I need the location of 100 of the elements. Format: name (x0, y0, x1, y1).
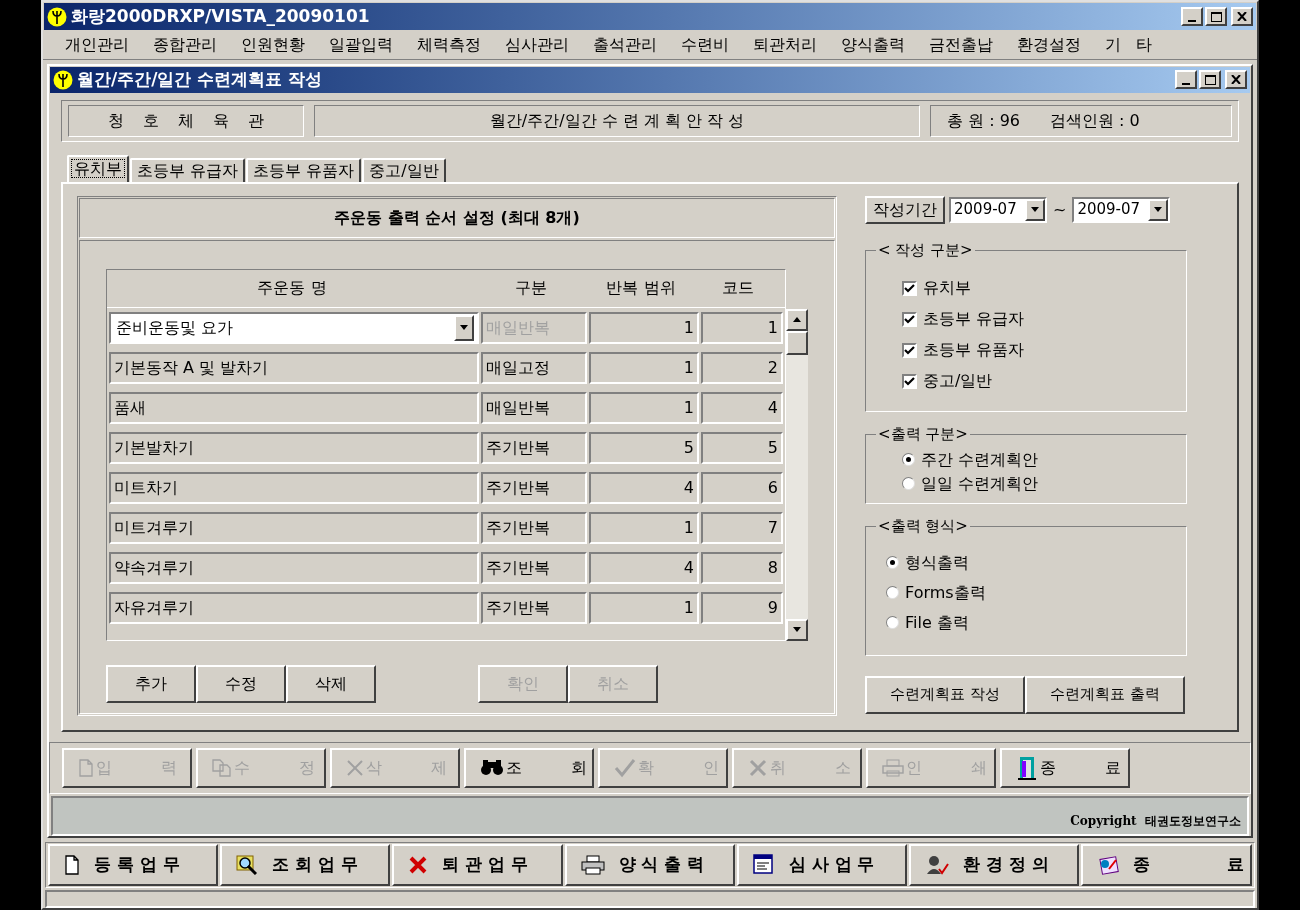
menu-item[interactable]: 출석관리 (581, 36, 669, 53)
close-button[interactable] (1231, 7, 1253, 26)
taskbar-button[interactable]: 환 경 정 의 (908, 844, 1080, 886)
radio-button[interactable] (886, 616, 899, 630)
checkbox[interactable] (902, 342, 917, 358)
repeat-range-field[interactable]: 1 (589, 391, 699, 424)
tab[interactable]: 유치부 (67, 154, 129, 182)
tab[interactable]: 중고/일반 (362, 157, 446, 182)
exercise-name-field[interactable]: 미트겨루기 (109, 511, 479, 544)
checkbox-label[interactable]: 유치부 (923, 280, 971, 297)
repeat-range-field[interactable]: 1 (589, 311, 699, 344)
action-button[interactable]: 수련계획표 출력 (1025, 675, 1185, 714)
menu-item[interactable]: 기 타 (1093, 36, 1165, 53)
taskbar-button[interactable]: 종 료 (1081, 844, 1253, 886)
menu-item[interactable]: 심사관리 (493, 36, 581, 53)
radio-label[interactable]: File 출력 (905, 614, 969, 631)
code-field[interactable]: 4 (701, 391, 783, 424)
radio-label[interactable]: 일일 수련계획안 (921, 475, 1039, 492)
category-field[interactable]: 주기반복 (481, 551, 587, 584)
category-field[interactable]: 매일반복 (481, 391, 587, 424)
tab[interactable]: 초등부 유급자 (130, 157, 246, 182)
grid-button[interactable]: 삭제 (286, 664, 376, 703)
period-start-dropdown[interactable]: 2009-07 (949, 196, 1047, 223)
radio-button[interactable] (902, 453, 915, 467)
exercise-name-field[interactable]: 미트차기 (109, 471, 479, 504)
action-button[interactable]: 수련계획표 작성 (865, 675, 1025, 714)
category-field[interactable]: 주기반복 (481, 511, 587, 544)
menu-item[interactable]: 인원현황 (229, 36, 317, 53)
repeat-range-field[interactable]: 4 (589, 551, 699, 584)
category-field[interactable]: 주기반복 (481, 471, 587, 504)
code-field[interactable]: 7 (701, 511, 783, 544)
category-field[interactable]: 매일고정 (481, 351, 587, 384)
taskbar-button[interactable]: 조 회 업 무 (220, 844, 391, 886)
period-end-dropdown[interactable]: 2009-07 (1072, 196, 1171, 223)
grid-button[interactable]: 수정 (196, 664, 286, 703)
code-field[interactable]: 6 (701, 471, 783, 504)
taskbar-button[interactable]: 양 식 출 력 (564, 844, 735, 886)
menu-item[interactable]: 일괄입력 (317, 36, 405, 53)
repeat-range-field[interactable]: 4 (589, 471, 699, 504)
toolbar-button[interactable]: 조 회 (464, 748, 594, 789)
minimize-button[interactable] (1175, 70, 1197, 90)
radio-label[interactable]: 형식출력 (905, 554, 969, 571)
column-header: 반복 범위 (605, 277, 677, 300)
exercise-name-field[interactable]: 자유겨루기 (109, 591, 479, 624)
door-icon (1016, 755, 1038, 782)
menu-item[interactable]: 체력측정 (405, 36, 493, 53)
scroll-down-button[interactable] (786, 618, 808, 641)
tab[interactable]: 초등부 유품자 (246, 157, 362, 182)
exercise-name-field[interactable]: 약속겨루기 (109, 551, 479, 584)
category-field[interactable]: 주기반복 (481, 431, 587, 464)
taskbar-button[interactable]: 등 록 업 무 (48, 844, 219, 886)
exercise-name-field[interactable]: 기본동작 A 및 발차기 (109, 351, 479, 384)
code-field[interactable]: 5 (701, 431, 783, 464)
menu-item[interactable]: 수련비 (669, 36, 741, 53)
repeat-range-field[interactable]: 1 (589, 591, 699, 624)
repeat-range-field[interactable]: 1 (589, 351, 699, 384)
taskbar-button[interactable]: 심 사 업 무 (736, 844, 907, 886)
exercise-name-field[interactable]: 품새 (109, 391, 479, 424)
menu-item[interactable]: 양식출력 (829, 36, 917, 53)
menu-item[interactable]: 종합관리 (141, 36, 229, 53)
group-title: < 작성 구분> (876, 240, 975, 259)
exercise-dropdown[interactable]: 준비운동및 요가 (109, 311, 479, 344)
radio-button[interactable] (902, 477, 915, 491)
checkbox[interactable] (902, 280, 917, 296)
repeat-range-field[interactable]: 1 (589, 511, 699, 544)
code-field[interactable]: 1 (701, 311, 783, 344)
checkbox-label[interactable]: 초등부 유급자 (923, 311, 1025, 328)
maximize-button[interactable] (1205, 7, 1227, 26)
scroll-thumb[interactable] (786, 330, 808, 355)
radio-button[interactable] (886, 586, 899, 600)
dropdown-value: 2009-07 (953, 199, 1018, 221)
close-button[interactable] (1225, 70, 1247, 90)
taskbar-button[interactable]: 퇴 관 업 무 (392, 844, 563, 886)
menu-item[interactable]: 환경설정 (1005, 36, 1093, 53)
checkbox[interactable] (902, 311, 917, 327)
menu-item[interactable]: 퇴관처리 (741, 36, 829, 53)
grid-button[interactable]: 추가 (106, 664, 196, 703)
code-field[interactable]: 2 (701, 351, 783, 384)
scrollbar[interactable] (786, 308, 808, 641)
code-field[interactable]: 9 (701, 591, 783, 624)
total-count: 총 원 : 96 (947, 109, 1020, 132)
checkbox[interactable] (902, 373, 917, 389)
exercise-name-field[interactable]: 기본발차기 (109, 431, 479, 464)
category-field[interactable]: 주기반복 (481, 591, 587, 624)
toolbar-button[interactable]: 종 료 (1000, 748, 1130, 789)
radio-label[interactable]: 주간 수련계획안 (921, 451, 1039, 468)
maximize-button[interactable] (1199, 70, 1221, 90)
radio-button[interactable] (886, 556, 899, 570)
page-icon (64, 855, 80, 875)
repeat-range-field[interactable]: 5 (589, 431, 699, 464)
radio-label[interactable]: Forms출력 (905, 584, 986, 601)
code-field[interactable]: 8 (701, 551, 783, 584)
minimize-button[interactable] (1181, 7, 1203, 26)
checkbox-label[interactable]: 초등부 유품자 (923, 342, 1025, 359)
cross-icon (748, 758, 768, 779)
checkbox-label[interactable]: 중고/일반 (923, 373, 993, 390)
scroll-up-button[interactable] (786, 308, 808, 331)
pencil-picture-icon (1097, 855, 1120, 875)
menu-item[interactable]: 금전출납 (917, 36, 1005, 53)
menu-item[interactable]: 개인관리 (53, 36, 141, 53)
